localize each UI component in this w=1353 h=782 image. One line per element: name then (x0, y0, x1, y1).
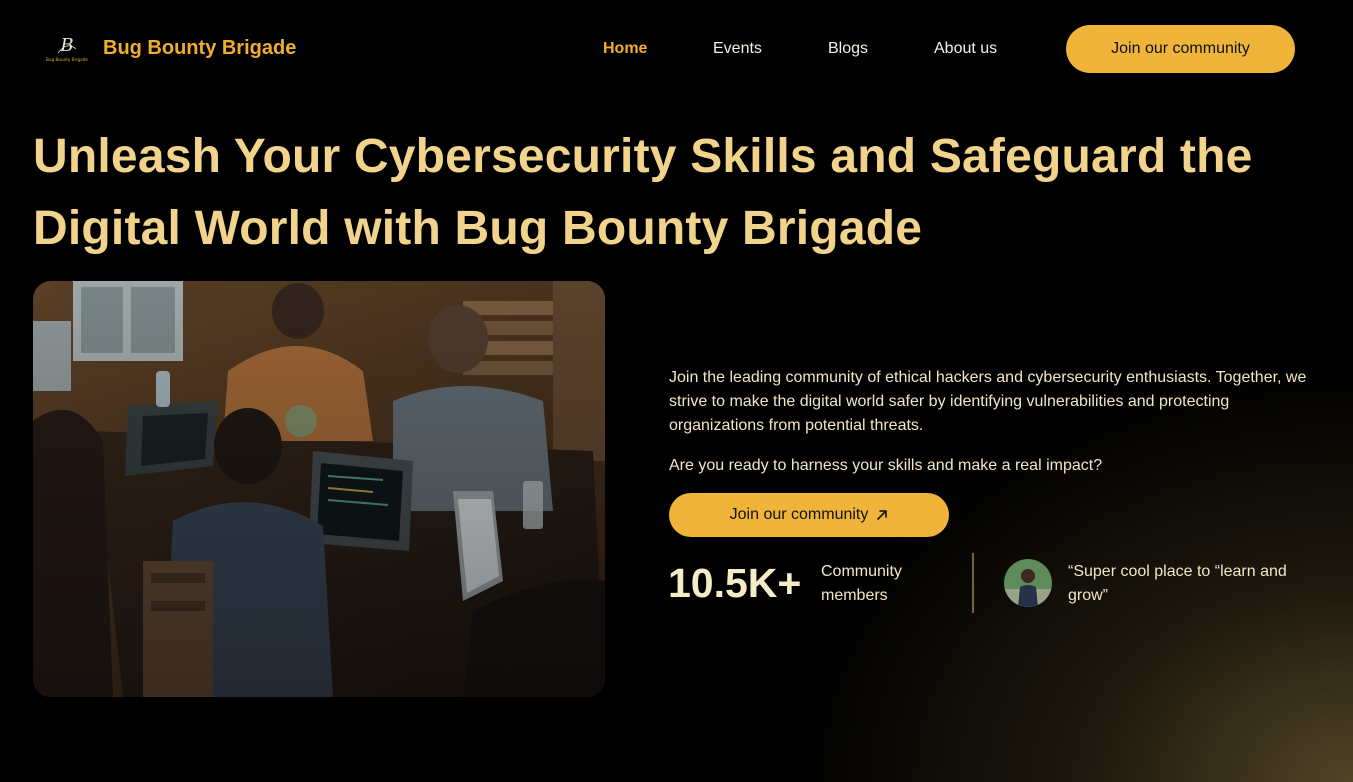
site-header: B Bug Bounty Brigade Bug Bounty Brigade … (0, 0, 1353, 100)
hero-photo-illustration (33, 281, 605, 697)
hero-join-community-label: Join our community (729, 506, 869, 523)
logo-letter: B (59, 35, 73, 56)
testimonial-avatar (1004, 559, 1052, 607)
nav-about-us[interactable]: About us (934, 40, 997, 58)
brand-name[interactable]: Bug Bounty Brigade (103, 37, 296, 60)
nav-blogs[interactable]: Blogs (828, 40, 868, 58)
nav-home[interactable]: Home (603, 40, 647, 58)
hero-photo-team-working-on-laptops (33, 281, 605, 697)
hero-join-community-button[interactable]: Join our community (669, 493, 949, 537)
community-members-label: Community members (821, 563, 902, 604)
header-join-community-button[interactable]: Join our community (1066, 25, 1295, 73)
testimonial-quote: “Super cool place to “learn and grow” (1068, 563, 1287, 604)
logo-caption: Bug Bounty Brigade (46, 57, 88, 62)
hero-headline: Unleash Your Cybersecurity Skills and Sa… (33, 130, 1253, 255)
arrow-up-right-icon (877, 510, 888, 520)
nav-events[interactable]: Events (713, 40, 762, 58)
page: B Bug Bounty Brigade Bug Bounty Brigade … (0, 0, 1353, 782)
hero-description: Join the leading community of ethical ha… (669, 369, 1307, 434)
stats-divider (972, 553, 974, 613)
brand-logo[interactable]: B Bug Bounty Brigade (44, 31, 90, 67)
community-members-count: 10.5K+ (668, 560, 802, 606)
hero-question: Are you ready to harness your skills and… (669, 457, 1103, 474)
